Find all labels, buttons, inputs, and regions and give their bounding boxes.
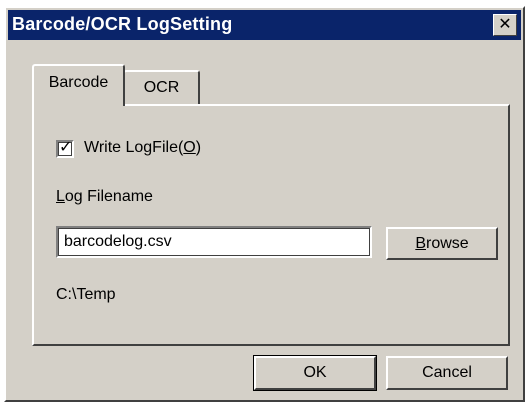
- write-logfile-label-prefix: Write LogFile(: [84, 139, 184, 156]
- write-logfile-label-mnemonic: O: [183, 139, 196, 156]
- barcode-tab-panel: ✓ Write LogFile(O) Log Filename Browse C…: [32, 104, 510, 346]
- window-title: Barcode/OCR LogSetting: [12, 14, 233, 34]
- ok-button[interactable]: OK: [253, 355, 377, 391]
- cancel-button[interactable]: Cancel: [386, 356, 508, 390]
- tab-barcode[interactable]: Barcode: [32, 64, 125, 106]
- cancel-button-label: Cancel: [422, 364, 472, 381]
- close-button[interactable]: ✕: [493, 14, 517, 36]
- write-logfile-label[interactable]: Write LogFile(O): [84, 139, 201, 157]
- write-logfile-checkbox[interactable]: ✓: [56, 139, 74, 158]
- tab-ocr[interactable]: OCR: [123, 70, 200, 104]
- tab-barcode-label: Barcode: [48, 74, 109, 91]
- browse-button[interactable]: Browse: [386, 227, 498, 260]
- log-filename-label-rest: og Filename: [64, 188, 153, 205]
- browse-button-rest: rowse: [425, 235, 469, 252]
- log-filename-label: Log Filename: [56, 188, 153, 206]
- log-filename-label-mnemonic: L: [56, 188, 65, 205]
- title-bar[interactable]: Barcode/OCR LogSetting ✕: [8, 10, 521, 40]
- tab-ocr-label: OCR: [143, 79, 180, 96]
- checkmark-icon: ✓: [59, 139, 73, 156]
- write-logfile-label-suffix: ): [195, 139, 202, 156]
- logsetting-dialog: Barcode/OCR LogSetting ✕ Barcode OCR ✓ W…: [4, 6, 525, 402]
- log-path-text: C:\Temp: [56, 286, 116, 303]
- browse-button-mnemonic: B: [415, 235, 426, 252]
- log-filename-input[interactable]: [56, 226, 372, 258]
- close-icon: ✕: [498, 16, 512, 33]
- ok-button-label: OK: [303, 364, 327, 381]
